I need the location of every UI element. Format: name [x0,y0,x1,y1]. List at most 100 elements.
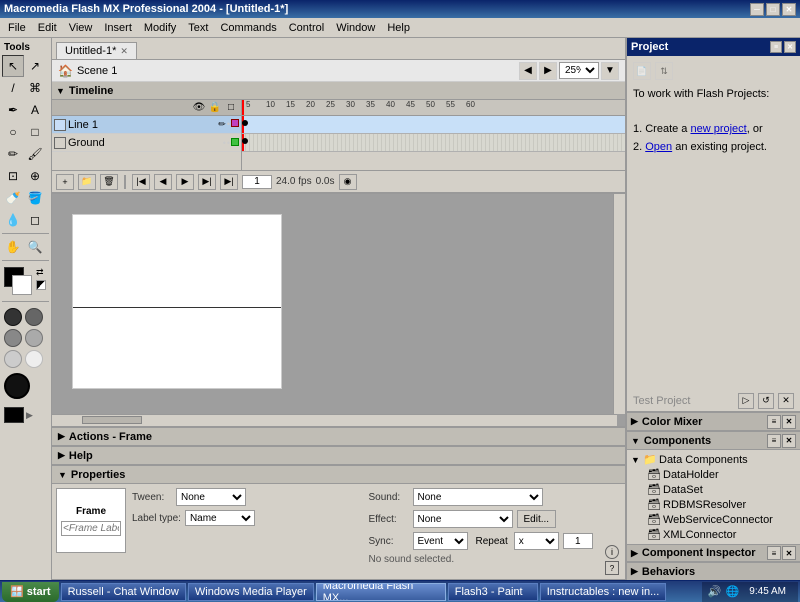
components-options-btn[interactable]: ≡ [767,434,781,448]
minimize-button[interactable]: ─ [750,3,764,16]
behaviors-row[interactable]: ▶ Behaviors [627,562,800,580]
last-frame-btn[interactable]: ▶| [220,174,238,190]
first-frame-btn[interactable]: |◀ [132,174,150,190]
properties-header[interactable]: ▼ Properties [52,466,625,484]
frame-number-input[interactable]: 1 [242,175,272,189]
snap-option-3[interactable] [4,329,22,347]
layer-row-line1[interactable]: Line 1 ✏ • [52,116,241,134]
component-inspector-options-btn[interactable]: ≡ [767,546,781,560]
line-tool[interactable]: / [2,77,24,99]
doc-tab-untitled[interactable]: Untitled-1* ✕ [56,42,137,59]
free-transform-tool[interactable]: ⊡ [2,165,24,187]
close-button[interactable]: ✕ [782,3,796,16]
next-frame-btn[interactable]: ▶| [198,174,216,190]
eye-icon[interactable]: 👁 [191,102,207,113]
edit-btn[interactable]: Edit... [517,510,557,528]
repeat-count-input[interactable] [563,533,593,549]
menu-window[interactable]: Window [330,20,381,36]
zoom-tool[interactable]: 🔍 [24,236,46,258]
hand-tool[interactable]: ✋ [2,236,24,258]
taskbar-item-chat[interactable]: Russell - Chat Window [61,583,186,601]
effect-select[interactable]: None [413,510,513,528]
color-mixer-header[interactable]: ▶ Color Mixer ≡ ✕ [627,413,800,431]
brush-tool[interactable]: 🖌 [24,143,46,165]
lasso-tool[interactable]: ⌘ [24,77,46,99]
pen-tool[interactable]: ✒ [2,99,24,121]
menu-control[interactable]: Control [283,20,330,36]
project-panel-options-btn[interactable]: ≡ [770,41,782,53]
tray-icon-2[interactable]: 🌐 [726,585,740,598]
snap-option-4[interactable] [25,329,43,347]
taskbar-item-media[interactable]: Windows Media Player [188,583,314,601]
pencil-tool[interactable]: ✏ [2,143,24,165]
eyedropper-tool[interactable]: 💧 [2,209,24,231]
taskbar-item-flash[interactable]: Macromedia Flash MX... [316,583,446,601]
snap-option-5[interactable] [4,350,22,368]
doc-tab-close[interactable]: ✕ [120,46,128,57]
text-tool[interactable]: A [24,99,46,121]
taskbar-item-paint[interactable]: Flash3 - Paint [448,583,538,601]
sound-select[interactable]: None [413,488,543,506]
open-project-link[interactable]: Open [645,141,672,153]
tree-child-rdbms[interactable]: 🗃 RDBMSResolver [645,497,798,512]
play-btn[interactable]: ▶ [176,174,194,190]
frames-layer-ground[interactable] [242,134,625,152]
black-swatch[interactable] [4,407,24,423]
canvas-scroll-h[interactable] [52,414,617,426]
rect-tool[interactable]: □ [24,121,46,143]
snap-option-2[interactable] [25,308,43,326]
menu-view[interactable]: View [63,20,99,36]
menu-commands[interactable]: Commands [214,20,282,36]
components-close-btn[interactable]: ✕ [782,434,796,448]
snap-option-1[interactable] [4,308,22,326]
ink-bottle-tool[interactable]: 🍼 [2,187,24,209]
tree-child-xmlconnector[interactable]: 🗃 XMLConnector [645,527,798,542]
repeat-select[interactable]: x Loop [514,532,559,550]
menu-edit[interactable]: Edit [32,20,63,36]
component-inspector-close-btn[interactable]: ✕ [782,546,796,560]
fill-transform-tool[interactable]: ⊕ [24,165,46,187]
test-project-btn-1[interactable]: ▷ [738,393,754,409]
scene-btn-3[interactable]: ▼ [601,62,619,80]
default-colors-btn[interactable] [36,280,46,290]
canvas-scroll-v[interactable] [613,194,625,414]
tree-child-webservice[interactable]: 🗃 WebServiceConnector [645,512,798,527]
timeline-header[interactable]: ▼ Timeline [52,82,625,100]
test-project-btn-2[interactable]: ↺ [758,393,774,409]
properties-help-btn[interactable]: ? [605,561,619,575]
scene-btn-1[interactable]: ◀ [519,62,537,80]
delete-layer-btn[interactable]: 🗑 [100,174,118,190]
frames-layer-1[interactable] [242,116,625,134]
zoom-select[interactable]: 25% 50% 100% 200% [559,62,599,79]
taskbar-item-instructables[interactable]: Instructables : new in... [540,583,667,601]
tree-child-dataholder[interactable]: 🗃 DataHolder [645,467,798,482]
layer-row-ground[interactable]: Ground • • [52,134,241,152]
project-panel-close-btn[interactable]: ✕ [784,41,796,53]
start-button[interactable]: 🪟 start [2,582,59,602]
help-header[interactable]: ▶ Help [52,447,625,465]
sync-select[interactable]: Event Start Stop Stream [413,532,468,550]
components-header[interactable]: ▼ Components ≡ ✕ [627,432,800,450]
new-project-link[interactable]: new project [690,123,746,135]
tree-item-data-components[interactable]: ▼ 📁 Data Components [629,452,798,467]
menu-modify[interactable]: Modify [138,20,182,36]
menu-insert[interactable]: Insert [98,20,138,36]
lock-icon[interactable]: 🔒 [207,102,223,113]
test-project-btn-3[interactable]: ✕ [778,393,794,409]
oval-tool[interactable]: ○ [2,121,24,143]
menu-text[interactable]: Text [182,20,214,36]
tree-child-dataset[interactable]: 🗃 DataSet [645,482,798,497]
fill-color-box[interactable] [12,275,32,295]
prev-frame-btn[interactable]: ◀ [154,174,172,190]
tl-onion-btn[interactable]: ◉ [339,174,357,190]
maximize-button[interactable]: □ [766,3,780,16]
actions-header[interactable]: ▶ Actions - Frame [52,428,625,446]
tray-icon-1[interactable]: 🔊 [708,585,722,598]
canvas-area[interactable] [52,194,625,426]
swatch-expand[interactable]: ▶ [26,410,33,421]
menu-file[interactable]: File [2,20,32,36]
subselect-tool[interactable]: ↗ [24,55,46,77]
add-folder-btn[interactable]: 📁 [78,174,96,190]
label-type-select[interactable]: Name Comment Anchor [185,510,255,526]
add-layer-btn[interactable]: + [56,174,74,190]
